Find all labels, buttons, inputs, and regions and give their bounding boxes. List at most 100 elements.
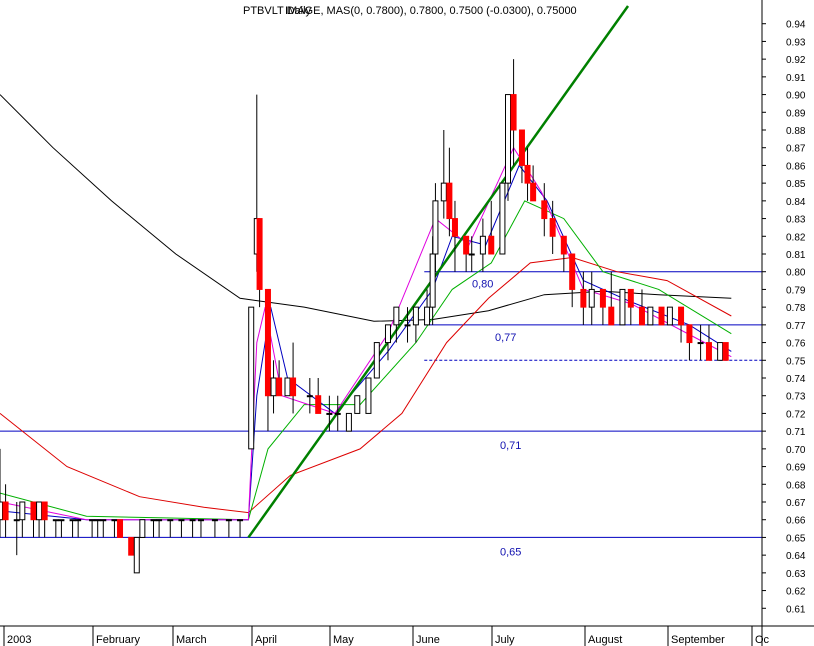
candle [189, 519, 196, 538]
candle-body [306, 395, 313, 398]
candle-body [270, 377, 277, 397]
candle-body [13, 519, 20, 522]
candle-body [384, 324, 391, 344]
candle [499, 182, 506, 255]
candle [697, 324, 704, 361]
candle-body [178, 519, 185, 522]
y-tick-label: 0.74 [786, 374, 806, 385]
candle [530, 165, 537, 202]
candle [627, 288, 634, 325]
candle-body [41, 501, 48, 521]
candle-body [36, 501, 43, 521]
y-tick-label: 0.87 [786, 144, 806, 155]
y-tick-label: 0.66 [786, 516, 806, 527]
candle [580, 271, 587, 325]
candle-body [530, 182, 537, 202]
y-tick-label: 0.68 [786, 480, 806, 491]
y-tick-label: 0.76 [786, 339, 806, 350]
candle-body [156, 519, 163, 522]
candle [69, 519, 76, 538]
candle [100, 519, 107, 538]
candle [722, 342, 729, 361]
candle [599, 288, 606, 325]
candle [276, 360, 283, 397]
candle-body [139, 519, 146, 538]
x-tick-label: June [416, 634, 440, 646]
candle-body [588, 288, 595, 308]
candle [225, 519, 232, 538]
candle [139, 519, 146, 538]
x-tick-label: September [671, 634, 725, 646]
candle-body [424, 306, 431, 326]
candle-body [365, 377, 372, 414]
candle [588, 271, 595, 325]
candle [256, 218, 263, 308]
y-tick-label: 0.86 [786, 161, 806, 172]
candle [52, 519, 59, 538]
candle-body [211, 519, 218, 522]
x-tick-label: July [495, 634, 515, 646]
candle [647, 306, 654, 326]
candle [345, 412, 352, 432]
candle-body [429, 253, 436, 308]
x-tick-label: May [333, 634, 354, 646]
candle [264, 288, 271, 432]
candle-body [647, 306, 654, 326]
candle-body [75, 519, 82, 522]
moving-average-line [0, 94, 732, 322]
candle [354, 395, 361, 414]
candle-body [100, 519, 107, 522]
candle [524, 147, 531, 201]
candle [36, 501, 43, 538]
candle-body [89, 519, 96, 522]
candle [686, 324, 693, 361]
y-tick-label: 0.94 [786, 20, 806, 31]
y-tick-label: 0.61 [786, 604, 806, 615]
candle-body [451, 218, 458, 237]
x-tick-label: March [176, 634, 207, 646]
candle [290, 342, 297, 414]
candle-body [697, 342, 704, 345]
candle-body [518, 129, 525, 166]
candle-body [549, 218, 556, 237]
candle [334, 395, 341, 432]
candle-body [225, 519, 232, 522]
candle [440, 130, 447, 219]
candle [128, 536, 135, 556]
chart-title-overlap: IMAGE, MAS(0, 0.7800), 0.7800, 0.7500 (-… [285, 5, 577, 17]
y-tick-label: 0.80 [786, 268, 806, 279]
candle-body [524, 164, 531, 184]
candle [167, 519, 174, 538]
candle-body [510, 94, 517, 131]
candle [150, 519, 157, 538]
candle-body [722, 342, 729, 361]
candle [510, 59, 517, 166]
candle-body [440, 182, 447, 202]
candle-body [256, 218, 263, 290]
candle-body [354, 395, 361, 414]
candle-body [627, 288, 634, 308]
candle-body [463, 235, 470, 255]
candle [365, 377, 372, 414]
candle-body [58, 519, 65, 522]
candle-body [432, 200, 439, 255]
y-tick-label: 0.90 [786, 91, 806, 102]
candle-body [94, 519, 101, 522]
candle-body [619, 288, 626, 326]
candle-body [678, 306, 685, 326]
y-tick-label: 0.89 [786, 108, 806, 119]
y-tick-label: 0.63 [786, 569, 806, 580]
y-tick-label: 0.88 [786, 126, 806, 137]
candle-body [167, 519, 174, 522]
candles [0, 59, 729, 574]
candle [13, 502, 20, 556]
candle [569, 253, 576, 308]
candle [446, 147, 453, 237]
candle [133, 536, 140, 574]
candle-body [658, 306, 665, 326]
candle-body [19, 501, 26, 521]
x-tick-label: Oc [755, 634, 770, 646]
candle-body [468, 253, 475, 256]
candle [560, 235, 567, 272]
candle [373, 342, 380, 379]
